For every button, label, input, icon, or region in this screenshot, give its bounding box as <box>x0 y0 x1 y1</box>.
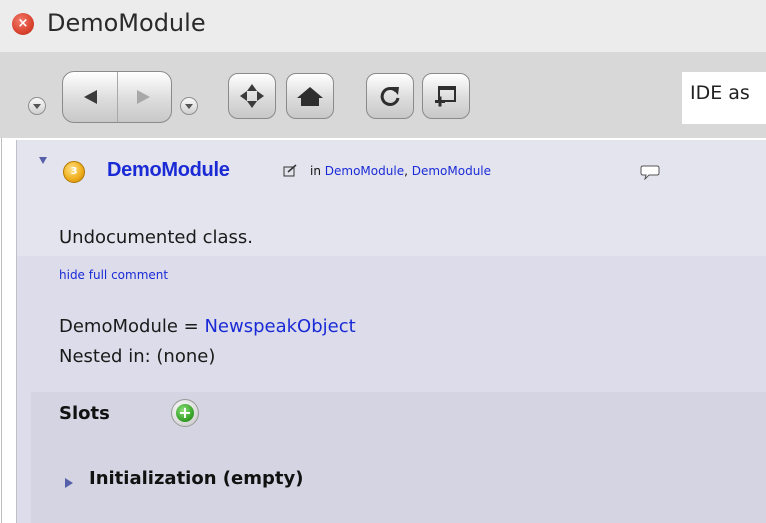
forward-arrow-icon <box>137 90 151 104</box>
back-button[interactable] <box>63 72 117 122</box>
move-button[interactable] <box>228 73 276 119</box>
close-icon[interactable]: × <box>12 13 34 35</box>
nav-button-group <box>62 71 172 123</box>
forward-button[interactable] <box>116 72 172 122</box>
refresh-icon <box>380 86 400 106</box>
hide-comment-link[interactable]: hide full comment <box>59 268 168 282</box>
class-comment: Undocumented class. <box>59 227 254 248</box>
class-name-link[interactable]: DemoModule <box>107 159 230 182</box>
slots-section <box>31 392 766 523</box>
class-badge-icon: 3 <box>63 161 85 183</box>
container-link[interactable]: DemoModule <box>412 164 491 178</box>
nested-in-label: Nested in: (none) <box>59 346 216 367</box>
refresh-button[interactable] <box>366 73 414 119</box>
home-icon <box>297 87 323 106</box>
new-window-button[interactable] <box>422 73 470 119</box>
edit-icon[interactable] <box>283 162 297 181</box>
initialization-section[interactable]: Initialization (empty) <box>89 468 303 489</box>
move-arrows-icon <box>240 84 264 108</box>
declaration-equals: = <box>177 316 205 337</box>
plus-icon: + <box>176 404 194 422</box>
superclass-link[interactable]: NewspeakObject <box>204 316 355 337</box>
collapse-triangle-icon[interactable] <box>39 157 47 164</box>
slots-heading: Slots <box>59 403 110 424</box>
class-declaration: DemoModule = NewspeakObject <box>59 316 356 337</box>
declaration-class-name: DemoModule <box>59 316 178 337</box>
forward-dropdown-button[interactable] <box>180 97 198 115</box>
in-label: in <box>310 164 321 178</box>
expand-triangle-icon[interactable] <box>65 478 73 488</box>
container-link[interactable]: DemoModule <box>325 164 404 178</box>
window-title: DemoModule <box>47 9 206 37</box>
history-dropdown-button[interactable] <box>28 97 46 115</box>
container-info: in DemoModule, DemoModule <box>310 164 491 178</box>
add-slot-button[interactable]: + <box>171 399 199 427</box>
search-field[interactable]: IDE as <box>682 72 766 124</box>
back-arrow-icon <box>83 90 97 104</box>
class-presenter: 3 DemoModule in DemoModule, DemoModule U… <box>1 138 766 523</box>
container-separator: , <box>404 164 408 178</box>
home-button[interactable] <box>286 73 334 119</box>
new-window-icon <box>435 86 456 107</box>
comment-icon[interactable] <box>640 164 660 184</box>
title-bar: × DemoModule <box>0 0 766 52</box>
